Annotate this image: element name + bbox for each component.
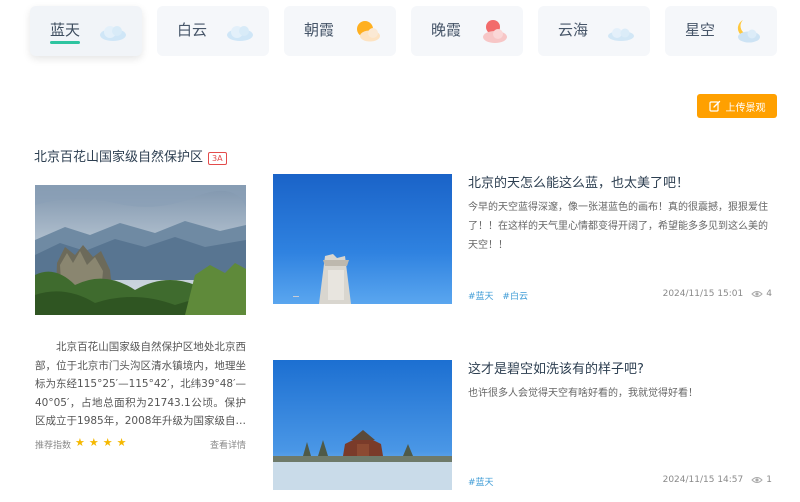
sun-cloud-icon [357,21,380,42]
post-excerpt: 今早的天空蓝得深邃，像一张湛蓝色的画布！真的很震撼，狠狠爱住了！！在这样的天气里… [468,202,768,251]
post-card: 这才是碧空如洗该有的样子吧? 也许很多人会觉得天空有啥好看的，我就觉得好看！ #… [273,360,778,490]
edit-icon [708,100,720,112]
moon-cloud-icon [737,20,760,43]
tab-label: 白云 [177,21,208,39]
post-tags: #蓝天 [468,475,500,488]
post-title[interactable]: 这才是碧空如洗该有的样子吧? [468,361,644,379]
tab-white-cloud[interactable]: 白云 [157,6,269,56]
cloud-icon [227,26,253,41]
park-title[interactable]: 北京百花山国家级自然保护区 [34,149,203,167]
view-count-value: 4 [766,289,772,299]
post-meta: 2024/11/15 14:57 1 [663,475,772,485]
post-meta: 2024/11/15 15:01 4 [663,289,772,299]
eye-icon [751,291,763,297]
palace-tower-image [273,360,452,490]
tab-blue-sky[interactable]: 蓝天 [30,6,142,56]
tab-sea-of-clouds[interactable]: 云海 [538,6,650,56]
post-card: 北京的天怎么能这么蓝，也太美了吧！ 今早的天空蓝得深邃，像一张湛蓝色的画布！真的… [273,174,778,304]
view-count: 1 [751,475,772,485]
park-photo[interactable] [35,185,246,315]
mountain-landscape-image [35,185,246,315]
post-date: 2024/11/15 15:01 [662,289,744,299]
tab-starry-sky[interactable]: 星空 [665,6,777,56]
park-description: 北京百花山国家级自然保护区地处北京西部，位于北京市门头沟区清水镇境内，地理坐标为… [35,341,246,427]
post-excerpt: 也许很多人会觉得天空有啥好看的，我就觉得好看！ [468,388,698,399]
blue-sky-monument-image [273,174,452,304]
tag-blue-sky[interactable]: #蓝天 [468,292,494,302]
tab-label: 蓝天 [50,21,81,39]
tab-label: 朝霞 [304,21,335,39]
cloud-icon [100,26,126,41]
tab-morning-glow[interactable]: 朝霞 [284,6,396,56]
rating-row: 推荐指数 ★★★★ 查看详情 [35,436,246,453]
post-tags: #蓝天 #白云 [468,289,534,302]
cloud-icon [608,28,634,41]
post-photo[interactable] [273,360,452,490]
tag-blue-sky[interactable]: #蓝天 [468,478,494,488]
tab-label: 星空 [685,21,716,39]
upload-button-label: 上传景观 [725,102,766,114]
post-photo[interactable] [273,174,452,304]
tag-white-cloud[interactable]: #白云 [502,292,528,302]
eye-icon [751,477,763,483]
upload-scenery-button[interactable]: 上传景观 [697,94,777,118]
view-details-link[interactable]: 查看详情 [210,438,246,451]
post-title[interactable]: 北京的天怎么能这么蓝，也太美了吧！ [468,175,689,193]
tab-sunset-glow[interactable]: 晚霞 [411,6,523,56]
post-date: 2024/11/15 14:57 [662,475,744,485]
active-tab-indicator [50,41,80,44]
view-count: 4 [751,289,772,299]
sunset-cloud-icon [483,20,507,43]
tab-label: 云海 [558,21,589,39]
tab-label: 晚霞 [431,21,462,39]
star-rating: ★★★★ [75,436,131,449]
rating-badge: 3A [208,152,227,165]
rating-label: 推荐指数 [35,441,72,451]
view-count-value: 1 [766,475,772,485]
